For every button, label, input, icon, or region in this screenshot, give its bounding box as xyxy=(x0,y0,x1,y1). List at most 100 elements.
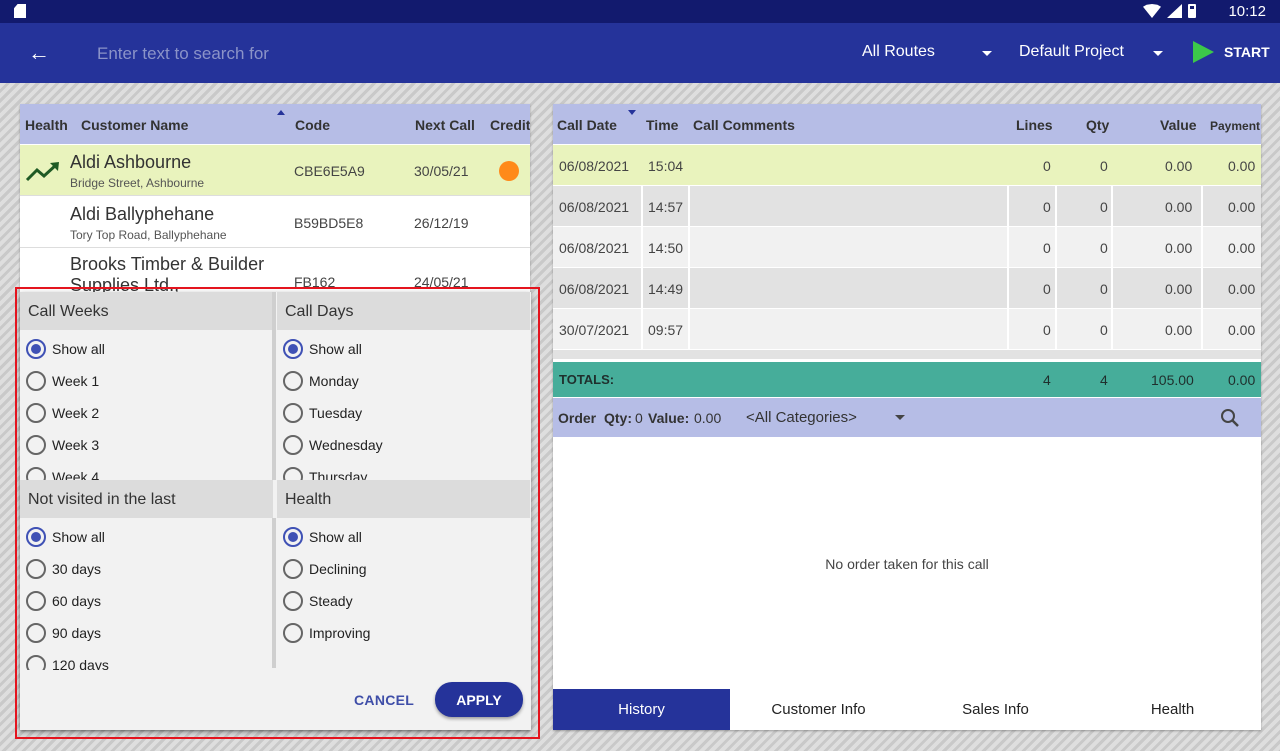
radio-option[interactable]: Steady xyxy=(277,585,530,617)
radio-option[interactable]: 30 days xyxy=(20,553,273,585)
radio-icon[interactable] xyxy=(26,655,46,670)
radio-icon[interactable] xyxy=(26,371,46,391)
radio-option[interactable]: Monday xyxy=(277,365,530,397)
history-row[interactable]: 06/08/2021 14:49 0 0 0.00 0.00 xyxy=(553,268,1261,309)
header-call-comments[interactable]: Call Comments xyxy=(693,117,795,133)
option-label: Show all xyxy=(52,341,105,357)
radio-selected-icon[interactable] xyxy=(26,527,46,547)
tab-sales-info[interactable]: Sales Info xyxy=(907,689,1084,730)
health-title: Health xyxy=(277,480,530,518)
call-days-group: Call Days Show all Monday Tuesday Wednes… xyxy=(277,292,530,482)
radio-icon[interactable] xyxy=(26,403,46,423)
option-label: Tuesday xyxy=(309,405,363,421)
radio-selected-icon[interactable] xyxy=(26,339,46,359)
radio-option[interactable]: Thursday xyxy=(277,461,530,482)
radio-icon[interactable] xyxy=(26,435,46,455)
tab-history[interactable]: History xyxy=(553,689,730,730)
not-visited-group: Not visited in the last Show all 30 days… xyxy=(20,480,273,670)
radio-icon[interactable] xyxy=(283,559,303,579)
chevron-down-icon[interactable] xyxy=(895,415,905,420)
category-dropdown[interactable]: <All Categories> xyxy=(746,409,857,426)
header-time[interactable]: Time xyxy=(646,117,678,133)
credit-status-icon xyxy=(499,161,519,181)
radio-option[interactable]: 120 days xyxy=(20,649,273,670)
chevron-down-icon[interactable] xyxy=(1153,51,1163,56)
radio-icon[interactable] xyxy=(283,435,303,455)
radio-option[interactable]: Week 4 xyxy=(20,461,273,482)
call-time: 09:57 xyxy=(648,322,684,338)
start-label: START xyxy=(1224,44,1270,60)
play-icon xyxy=(1193,41,1214,63)
header-call-date[interactable]: Call Date xyxy=(557,117,617,133)
radio-icon[interactable] xyxy=(283,371,303,391)
radio-option[interactable]: Week 1 xyxy=(20,365,273,397)
header-next-call[interactable]: Next Call xyxy=(415,117,475,133)
search-icon[interactable] xyxy=(1220,408,1240,428)
header-health[interactable]: Health xyxy=(25,117,68,133)
radio-option[interactable]: 90 days xyxy=(20,617,273,649)
radio-option[interactable]: Tuesday xyxy=(277,397,530,429)
customer-code: B59BD5E8 xyxy=(294,215,364,231)
radio-icon[interactable] xyxy=(26,559,46,579)
header-payment[interactable]: Payment xyxy=(1210,119,1260,133)
radio-option[interactable]: Week 2 xyxy=(20,397,273,429)
radio-selected-icon[interactable] xyxy=(283,339,303,359)
routes-dropdown[interactable]: All Routes xyxy=(862,43,935,61)
customer-row[interactable]: Aldi Ashbourne Bridge Street, Ashbourne … xyxy=(20,145,530,196)
history-row-partial xyxy=(553,350,1261,360)
chevron-down-icon[interactable] xyxy=(982,51,992,56)
radio-option[interactable]: Show all xyxy=(277,521,530,553)
radio-option[interactable]: Show all xyxy=(20,333,273,365)
project-dropdown[interactable]: Default Project xyxy=(1019,43,1124,61)
header-lines[interactable]: Lines xyxy=(1016,117,1053,133)
apply-button[interactable]: APPLY xyxy=(435,682,523,717)
history-row[interactable]: 06/08/2021 14:50 0 0 0.00 0.00 xyxy=(553,227,1261,268)
totals-label: TOTALS: xyxy=(559,372,615,387)
option-label: Week 1 xyxy=(52,373,100,389)
radio-option[interactable]: Week 3 xyxy=(20,429,273,461)
search-input[interactable] xyxy=(97,41,697,67)
call-date: 06/08/2021 xyxy=(559,199,630,215)
customer-row[interactable]: Aldi Ballyphehane Tory Top Road, Ballyph… xyxy=(20,197,530,248)
header-customer-name[interactable]: Customer Name xyxy=(81,117,188,133)
radio-option[interactable]: Show all xyxy=(20,521,273,553)
start-button[interactable]: START xyxy=(1193,41,1270,63)
call-payment: 0.00 xyxy=(1228,281,1256,297)
call-time: 14:50 xyxy=(648,240,684,256)
radio-icon[interactable] xyxy=(283,591,303,611)
call-history-panel: Call Date Time Call Comments Lines Qty V… xyxy=(553,104,1261,730)
option-label: Show all xyxy=(52,529,105,545)
totals-value: 105.00 xyxy=(1151,372,1194,388)
option-label: Week 3 xyxy=(52,437,100,453)
history-row[interactable]: 06/08/2021 15:04 0 0 0.00 0.00 xyxy=(553,145,1261,186)
header-code[interactable]: Code xyxy=(295,117,330,133)
header-value[interactable]: Value xyxy=(1160,117,1197,133)
history-row[interactable]: 06/08/2021 14:57 0 0 0.00 0.00 xyxy=(553,186,1261,227)
radio-selected-icon[interactable] xyxy=(283,527,303,547)
radio-icon[interactable] xyxy=(283,623,303,643)
call-lines: 0 xyxy=(1043,240,1051,256)
radio-option[interactable]: Improving xyxy=(277,617,530,649)
back-arrow-icon[interactable]: ← xyxy=(28,42,50,64)
header-qty[interactable]: Qty xyxy=(1086,117,1109,133)
radio-icon[interactable] xyxy=(26,591,46,611)
tab-health[interactable]: Health xyxy=(1084,689,1261,730)
radio-option[interactable]: Show all xyxy=(277,333,530,365)
header-credit[interactable]: Credit xyxy=(490,117,530,133)
sd-card-icon xyxy=(14,4,26,18)
radio-icon[interactable] xyxy=(283,403,303,423)
order-summary-bar: Order Qty: 0 Value: 0.00 <All Categories… xyxy=(553,398,1261,437)
tab-customer-info[interactable]: Customer Info xyxy=(730,689,907,730)
radio-option[interactable]: Declining xyxy=(277,553,530,585)
call-value: 0.00 xyxy=(1165,322,1193,338)
radio-option[interactable]: Wednesday xyxy=(277,429,530,461)
option-label: Week 2 xyxy=(52,405,100,421)
battery-icon xyxy=(1188,4,1196,18)
call-qty: 0 xyxy=(1100,322,1108,338)
radio-option[interactable]: 60 days xyxy=(20,585,273,617)
cancel-button[interactable]: CANCEL xyxy=(354,692,414,708)
option-label: Improving xyxy=(309,625,371,641)
order-label: Order xyxy=(558,410,597,426)
radio-icon[interactable] xyxy=(26,623,46,643)
history-row[interactable]: 30/07/2021 09:57 0 0 0.00 0.00 xyxy=(553,309,1261,350)
